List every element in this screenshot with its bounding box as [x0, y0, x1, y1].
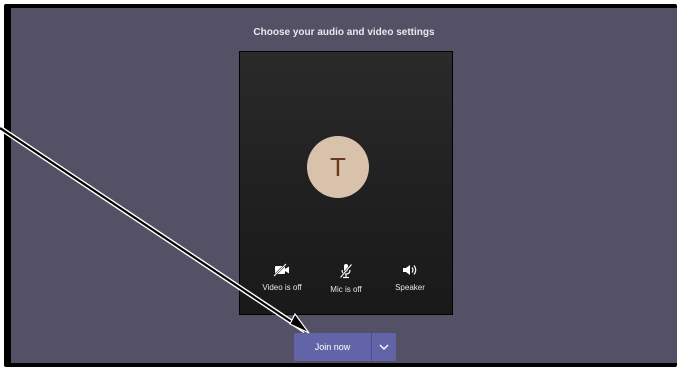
speaker-toggle[interactable]: Speaker — [381, 263, 439, 303]
avatar-initial: T — [330, 151, 346, 182]
avatar: T — [307, 136, 369, 198]
video-toggle-label: Video is off — [262, 283, 302, 292]
speaker-icon — [403, 265, 417, 275]
speaker-toggle-label: Speaker — [395, 283, 425, 292]
mic-off-icon — [339, 263, 353, 279]
video-preview: T Video is off Mic is off Speaker — [239, 51, 453, 315]
join-options-dropdown[interactable] — [372, 333, 396, 361]
device-controls: Video is off Mic is off Speaker — [240, 263, 452, 303]
mic-toggle-label: Mic is off — [330, 285, 362, 294]
mic-toggle[interactable]: Mic is off — [317, 263, 375, 303]
page-title: Choose your audio and video settings — [253, 27, 435, 38]
chevron-down-icon — [379, 344, 389, 350]
join-button-group: Join now — [294, 333, 396, 361]
video-off-icon — [273, 263, 289, 277]
video-toggle[interactable]: Video is off — [253, 263, 311, 303]
join-now-button[interactable]: Join now — [294, 333, 371, 361]
prejoin-screen: Choose your audio and video settings T V… — [11, 8, 677, 363]
